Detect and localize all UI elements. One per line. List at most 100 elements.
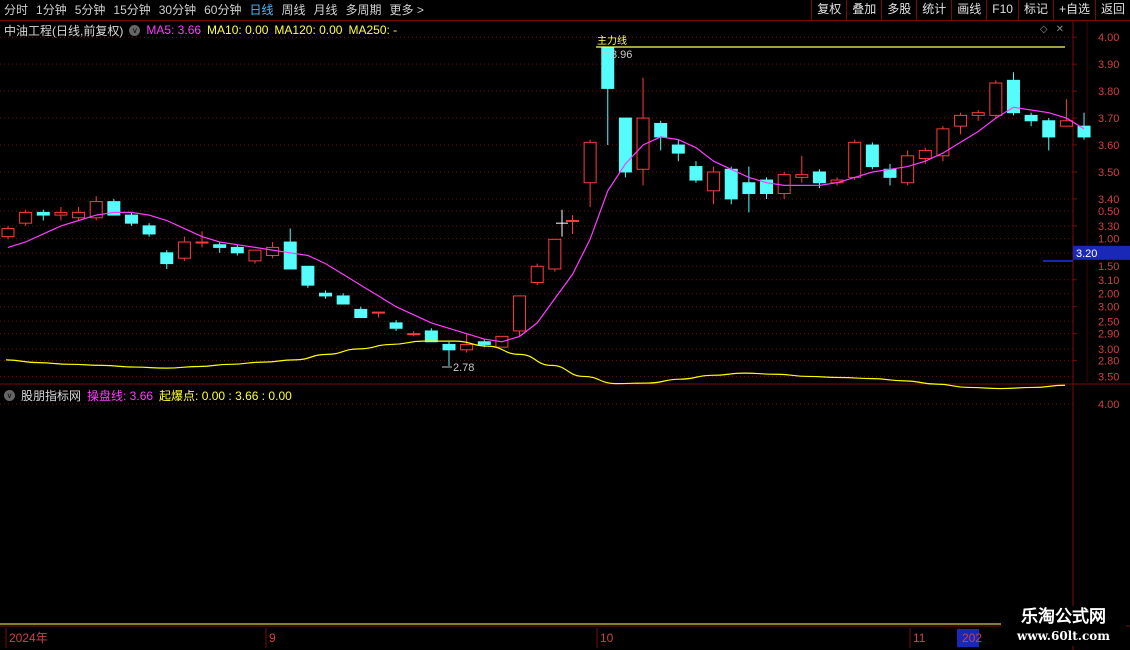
indicator-line2: 起爆点: 0.00 : 3.66 : 0.00 xyxy=(159,388,292,403)
candle-body xyxy=(354,308,368,318)
candle-body xyxy=(936,128,950,157)
candle-body xyxy=(177,241,191,259)
candle-body xyxy=(336,295,350,305)
candle-body xyxy=(266,246,280,257)
price-tick-label: 3.90 xyxy=(1098,59,1119,71)
panel-icons: ◇ ✕ xyxy=(1040,24,1064,35)
candle-body xyxy=(1024,114,1038,122)
date-label: 10 xyxy=(600,631,614,645)
date-label: 11 xyxy=(913,631,926,645)
candle-body xyxy=(301,265,315,286)
candle-body xyxy=(19,211,33,224)
tab-0[interactable]: 分时 xyxy=(0,0,32,20)
tab-10[interactable]: 更多 > xyxy=(386,0,428,20)
tab-1[interactable]: 1分钟 xyxy=(32,0,71,20)
indicator-tick-label: 2.00 xyxy=(1098,289,1119,301)
low-price-label: 2.78 xyxy=(453,362,474,374)
ma10-value: MA10: 0.00 xyxy=(207,23,269,37)
tab-6[interactable]: 日线 xyxy=(245,0,277,20)
watermark-title: 乐淘公式网 xyxy=(1021,607,1106,627)
tab-4[interactable]: 30分钟 xyxy=(155,0,200,20)
toolbar-button-5[interactable]: F10 xyxy=(986,0,1018,20)
toolbar-button-2[interactable]: 多股 xyxy=(881,0,916,20)
tab-3[interactable]: 15分钟 xyxy=(109,0,154,20)
tab-2[interactable]: 5分钟 xyxy=(71,0,110,20)
price-tick-label: 3.40 xyxy=(1098,194,1119,206)
price-tick-label: 3.80 xyxy=(1098,86,1119,98)
date-label: 9 xyxy=(269,631,276,645)
candle-body xyxy=(918,149,932,159)
chart-canvas: 4.00 3.90 3.80 3.70 3.60 3.50 3.40 3.30 3.20 3.10… xyxy=(0,20,1130,650)
candle-body xyxy=(971,112,985,116)
ma5-value: MA5: 3.66 xyxy=(146,23,202,37)
candle-body xyxy=(583,141,597,184)
candle-body xyxy=(954,114,968,127)
ma120-value: MA120: 0.00 xyxy=(274,23,343,37)
toolbar-button-8[interactable]: 返回 xyxy=(1094,0,1130,20)
candle-body xyxy=(848,141,862,178)
toolbar: 分时 1分钟 5分钟 15分钟 30分钟 60分钟 日线 周线 月线 多周期 更多 > 复权 叠加 多股… xyxy=(0,0,1130,21)
indicator-tick-label: 1.50 xyxy=(1098,261,1119,273)
candle-body xyxy=(724,168,738,200)
price-tick-label: 4.00 xyxy=(1098,32,1119,44)
candle-body xyxy=(812,171,826,184)
price-tick-label: 3.60 xyxy=(1098,140,1119,152)
candle-body xyxy=(424,330,438,343)
candle-body xyxy=(442,343,456,351)
current-price-label: 3.20 xyxy=(1076,248,1097,260)
toolbar-button-4[interactable]: 画线 xyxy=(951,0,986,20)
candle-body xyxy=(671,144,685,154)
candle-body xyxy=(283,241,297,270)
watermark: 乐淘公式网 www.60lt.com xyxy=(1001,606,1126,646)
indicator-settings-circle-icon[interactable]: v xyxy=(4,389,15,401)
stock-name: 中油工程 xyxy=(4,23,53,38)
candle-body xyxy=(530,265,544,283)
candle-body xyxy=(901,155,915,184)
main-info-bar: 中油工程 (日线,前复权) v MA5: 3.66 MA10: 0.00 MA1… xyxy=(4,22,397,38)
price-tick-label: 3.00 xyxy=(1098,302,1119,314)
tab-5[interactable]: 60分钟 xyxy=(200,0,245,20)
ma250-value: MA250: - xyxy=(348,23,398,37)
tab-7[interactable]: 周线 xyxy=(277,0,309,20)
candle-body xyxy=(689,166,703,181)
candle-body xyxy=(142,225,156,235)
candle-body xyxy=(124,214,138,224)
candle-body xyxy=(371,311,385,314)
candle-body xyxy=(195,241,209,244)
settings-circle-icon[interactable]: v xyxy=(129,24,141,36)
candle-body xyxy=(389,322,403,329)
candle-body xyxy=(565,219,579,222)
price-tick-label: 3.50 xyxy=(1098,167,1119,179)
main-force-label: 主力线 xyxy=(597,34,627,47)
toolbar-button-1[interactable]: 叠加 xyxy=(846,0,881,20)
toolbar-button-7[interactable]: +自选 xyxy=(1052,0,1095,20)
high-price-label: 3.96 xyxy=(611,49,632,61)
toolbar-button-6[interactable]: 标记 xyxy=(1017,0,1053,20)
indicator-line xyxy=(5,340,1066,390)
candle-body xyxy=(230,246,244,254)
candle-body xyxy=(865,144,879,168)
tab-8[interactable]: 月线 xyxy=(310,0,342,20)
candle-body xyxy=(1077,125,1091,138)
candle-body xyxy=(760,179,774,195)
candle-body xyxy=(1059,120,1073,127)
indicator-tick-label: 0.50 xyxy=(1098,206,1119,218)
candle-body xyxy=(54,211,68,216)
indicator-name: 股朋指标网 xyxy=(21,388,82,403)
toolbar-button-0[interactable]: 复权 xyxy=(811,0,846,20)
period-label: (日线,前复权) xyxy=(52,23,124,38)
candle-body xyxy=(160,252,174,265)
candle-body xyxy=(548,238,562,270)
watermark-url: www.60lt.com xyxy=(1017,629,1110,643)
indicator-tick-label: 1.00 xyxy=(1098,234,1119,246)
diamond-icon[interactable]: ◇ xyxy=(1040,24,1048,35)
toolbar-right-buttons: 复权 叠加 多股 统计 画线 F10 标记 +自选 返回 xyxy=(811,0,1130,20)
indicator-info-bar: v 股朋指标网 操盘线: 3.66 起爆点: 0.00 : 3.66 : 0.0… xyxy=(4,387,292,403)
date-label: 2024年 xyxy=(9,631,48,645)
indicator-tick-label: 3.50 xyxy=(1098,371,1119,383)
tab-9[interactable]: 多周期 xyxy=(342,0,386,20)
candle-body xyxy=(742,182,756,195)
toolbar-button-3[interactable]: 统计 xyxy=(916,0,951,20)
close-icon[interactable]: ✕ xyxy=(1056,24,1064,35)
price-tick-label: 3.30 xyxy=(1098,221,1119,233)
